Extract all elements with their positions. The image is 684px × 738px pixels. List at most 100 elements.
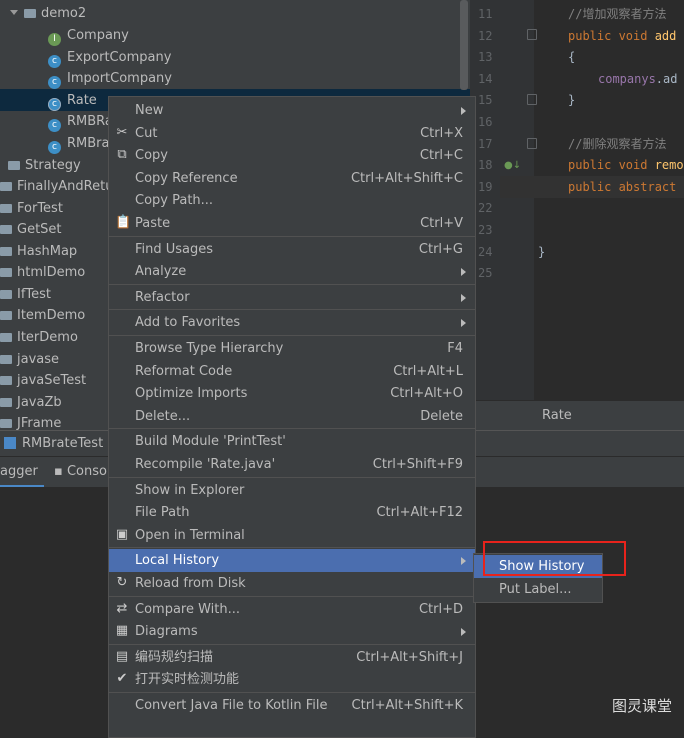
- context-menu-item-label: Refactor: [135, 289, 190, 305]
- code-token: companys: [598, 71, 656, 86]
- tree-item[interactable]: JavaZb: [0, 392, 62, 413]
- context-menu-item[interactable]: ⇄ Compare With... Ctrl+D: [109, 598, 475, 621]
- code-line[interactable]: //增加观察者方法: [568, 3, 666, 25]
- code-token: }: [568, 93, 576, 108]
- tree-item-label: ForTest: [17, 201, 63, 216]
- scan-icon: ▤: [115, 648, 129, 664]
- context-menu-item[interactable]: Delete... Delete: [109, 405, 475, 428]
- tab-console[interactable]: ▪ Conso: [54, 457, 107, 487]
- tree-item[interactable]: c ImportCompany: [48, 68, 172, 89]
- context-menu-item[interactable]: Reformat Code Ctrl+Alt+L: [109, 360, 475, 383]
- context-menu-item-label: Optimize Imports: [135, 386, 248, 402]
- code-token: .ad: [655, 71, 678, 86]
- context-menu-item[interactable]: Copy Path...: [109, 189, 475, 212]
- run-config-label[interactable]: RMBrateTest: [22, 436, 103, 451]
- submenu-arrow-icon: [461, 268, 466, 277]
- line-number: 25: [478, 266, 493, 281]
- tree-item[interactable]: htmlDemo: [0, 262, 85, 283]
- shortcut-label: Delete: [420, 408, 463, 424]
- tree-item[interactable]: IterDemo: [0, 327, 78, 348]
- tree-item[interactable]: c ExportCompany: [48, 47, 171, 68]
- context-menu-item[interactable]: File Path Ctrl+Alt+F12: [109, 501, 475, 524]
- context-menu-item[interactable]: Recompile 'Rate.java' Ctrl+Shift+F9: [109, 453, 475, 476]
- tab-debugger[interactable]: agger: [0, 457, 38, 487]
- tree-item[interactable]: javaSeTest: [0, 370, 86, 391]
- context-menu-item[interactable]: Find Usages Ctrl+G: [109, 238, 475, 261]
- context-menu-item[interactable]: New: [109, 99, 475, 122]
- menu-separator: [109, 283, 475, 285]
- context-menu-item[interactable]: Show in Explorer: [109, 479, 475, 502]
- tree-item-label: RMBra: [67, 136, 110, 151]
- tree-item[interactable]: I Company: [48, 25, 129, 46]
- folder-icon: [0, 268, 12, 277]
- fold-marker-icon[interactable]: [527, 94, 537, 105]
- tree-item[interactable]: c RMBRa: [48, 111, 113, 132]
- code-line[interactable]: public abstract: [568, 176, 676, 198]
- code-token: void: [618, 158, 655, 173]
- shortcut-label: Ctrl+Alt+F12: [376, 505, 463, 521]
- class-icon: c: [48, 76, 61, 89]
- context-menu-item-label: 编码规约扫描: [135, 649, 214, 665]
- context-menu-item[interactable]: ✔ 打开实时检测功能: [109, 668, 475, 691]
- folder-icon: [0, 290, 12, 299]
- terminal-icon: ▣: [115, 526, 129, 542]
- tree-item-label: GetSet: [17, 222, 62, 237]
- fold-marker-icon[interactable]: [527, 138, 537, 149]
- context-menu-item-label: Browse Type Hierarchy: [135, 341, 284, 356]
- context-menu-item[interactable]: Analyze: [109, 260, 475, 283]
- context-menu-item[interactable]: Convert Java File to Kotlin File Ctrl+Alt…: [109, 694, 475, 717]
- code-line[interactable]: companys.ad: [598, 68, 677, 90]
- menu-separator: [109, 547, 475, 549]
- put-label-item[interactable]: Put Label...: [474, 578, 602, 601]
- context-menu-item[interactable]: ▦ Diagrams: [109, 620, 475, 643]
- shortcut-label: Ctrl+Alt+Shift+K: [351, 698, 463, 713]
- tree-item[interactable]: GetSet: [0, 219, 62, 240]
- line-number: 23: [478, 223, 493, 237]
- fold-marker-icon[interactable]: [527, 29, 537, 40]
- context-menu-item[interactable]: Refactor: [109, 286, 475, 309]
- context-menu-item[interactable]: Copy Reference Ctrl+Alt+Shift+C: [109, 167, 475, 190]
- tree-item[interactable]: IfTest: [0, 284, 51, 305]
- line-number: 17: [478, 136, 493, 151]
- tree-item[interactable]: c Rate: [48, 90, 97, 111]
- submenu-arrow-icon: [461, 293, 466, 302]
- folder-icon: [0, 398, 12, 407]
- context-menu-item[interactable]: ▣ Open in Terminal: [109, 524, 475, 547]
- code-line[interactable]: public void add: [568, 25, 676, 47]
- context-menu-item[interactable]: ▤ 编码规约扫描 Ctrl+Alt+Shift+J: [109, 646, 475, 669]
- context-menu-item-label: Paste: [135, 216, 171, 231]
- code-line[interactable]: {: [568, 46, 575, 68]
- folder-open-icon: [24, 9, 36, 18]
- code-line[interactable]: }: [538, 241, 545, 263]
- context-menu-item[interactable]: ↻ Reload from Disk: [109, 572, 475, 595]
- code-line[interactable]: //删除观察者方法: [568, 133, 666, 155]
- tree-item[interactable]: Strategy: [8, 155, 81, 176]
- context-menu-item[interactable]: Build Module 'PrintTest': [109, 430, 475, 453]
- tree-item[interactable]: ItemDemo: [0, 305, 85, 326]
- code-token: void: [618, 28, 655, 43]
- tree-item[interactable]: c RMBra: [48, 133, 109, 154]
- context-menu-item[interactable]: ✂ Cut Ctrl+X: [109, 122, 475, 145]
- code-token: }: [538, 244, 546, 259]
- editor-breadcrumb-label: Rate: [542, 408, 572, 423]
- tree-item[interactable]: HashMap: [0, 241, 77, 262]
- context-menu-item[interactable]: Browse Type Hierarchy F4: [109, 337, 475, 360]
- implemented-method-icon[interactable]: ●↓: [504, 160, 521, 171]
- context-menu-item-label: Cut: [135, 125, 158, 141]
- context-menu-item[interactable]: Optimize Imports Ctrl+Alt+O: [109, 382, 475, 405]
- context-menu-item[interactable]: 📋 Paste Ctrl+V: [109, 212, 475, 235]
- tree-scrollbar[interactable]: [460, 0, 468, 90]
- tree-item[interactable]: ForTest: [0, 198, 63, 219]
- code-line[interactable]: public void remo: [568, 154, 684, 176]
- tree-item[interactable]: demo2: [10, 3, 86, 24]
- tree-item-label: JavaZb: [17, 395, 62, 410]
- annotation-highlight-box: [483, 541, 626, 576]
- context-menu-item[interactable]: Local History: [109, 549, 475, 573]
- context-menu-item[interactable]: ⧉ Copy Ctrl+C: [109, 144, 475, 167]
- context-menu-item-label: Compare With...: [135, 601, 241, 617]
- code-line[interactable]: }: [568, 89, 575, 111]
- tree-item[interactable]: JFrame: [0, 413, 61, 430]
- context-menu-item[interactable]: Add to Favorites: [109, 311, 475, 334]
- chevron-down-icon[interactable]: [10, 10, 18, 15]
- tree-item[interactable]: javase: [0, 349, 59, 370]
